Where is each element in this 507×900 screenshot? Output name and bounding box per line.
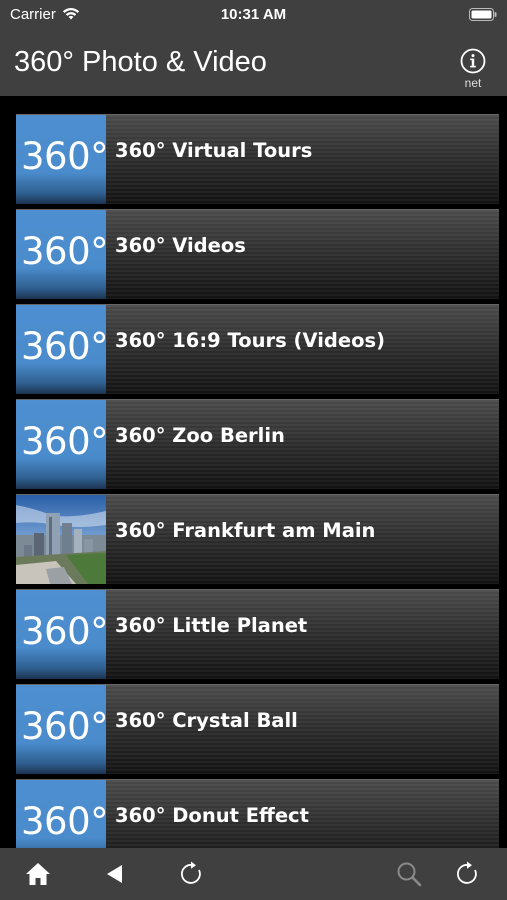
list-item-label: 360° Virtual Tours bbox=[115, 139, 313, 162]
search-icon bbox=[397, 862, 422, 887]
thumbnail-label: 360° bbox=[21, 420, 106, 463]
refresh-icon bbox=[457, 861, 477, 884]
clock: 10:31 AM bbox=[220, 6, 287, 23]
360-thumbnail: 360° bbox=[16, 590, 106, 679]
status-bar: Carrier 10:31 AM bbox=[0, 0, 507, 30]
list-item[interactable]: 360° 360° Donut Effect bbox=[16, 779, 499, 848]
360-thumbnail: 360° bbox=[16, 210, 106, 299]
list-item-label: 360° Little Planet bbox=[115, 614, 308, 637]
list-item[interactable]: 360° 360° Crystal Ball bbox=[16, 684, 499, 774]
thumbnail-label: 360° bbox=[21, 705, 106, 748]
list-item[interactable]: 360° 360° 16:9 Tours (Videos) bbox=[16, 304, 499, 394]
thumbnail-label: 360° bbox=[21, 230, 106, 273]
reload-button[interactable] bbox=[176, 858, 208, 890]
city-photo bbox=[16, 495, 106, 584]
list-item-label: 360° Zoo Berlin bbox=[115, 424, 285, 447]
navigation-bar: 360° Photo & Video net bbox=[0, 30, 507, 96]
360-thumbnail: 360° bbox=[16, 685, 106, 774]
battery-icon bbox=[469, 8, 497, 21]
list-item-label: 360° Frankfurt am Main bbox=[115, 519, 376, 542]
thumbnail-label: 360° bbox=[21, 135, 106, 178]
home-icon bbox=[26, 863, 50, 885]
info-icon bbox=[460, 48, 486, 74]
category-list: 360° 360° Virtual Tours 360° 360° Videos… bbox=[0, 96, 507, 848]
thumbnail-label: 360° bbox=[21, 610, 106, 653]
360-thumbnail: 360° bbox=[16, 305, 106, 394]
list-item-label: 360° Videos bbox=[115, 234, 246, 257]
info-button[interactable]: net bbox=[455, 48, 491, 92]
search-button[interactable] bbox=[393, 858, 425, 890]
bottom-toolbar bbox=[0, 848, 507, 900]
city-photo-thumbnail bbox=[16, 495, 106, 584]
thumbnail-label: 360° bbox=[21, 325, 106, 368]
360-thumbnail: 360° bbox=[16, 400, 106, 489]
refresh-button[interactable] bbox=[452, 858, 484, 890]
list-item[interactable]: 360° 360° Virtual Tours bbox=[16, 114, 499, 204]
360-thumbnail: 360° bbox=[16, 115, 106, 204]
thumbnail-label: 360° bbox=[21, 800, 106, 843]
back-button[interactable] bbox=[98, 858, 130, 890]
list-item[interactable]: 360° Frankfurt am Main bbox=[16, 494, 499, 584]
reload-icon bbox=[181, 861, 201, 884]
home-button[interactable] bbox=[22, 858, 54, 890]
info-label: net bbox=[464, 76, 482, 90]
list-item[interactable]: 360° 360° Little Planet bbox=[16, 589, 499, 679]
page-title: 360° Photo & Video bbox=[14, 46, 267, 78]
list-item-label: 360° Donut Effect bbox=[115, 804, 309, 827]
list-item[interactable]: 360° 360° Videos bbox=[16, 209, 499, 299]
list-item-label: 360° 16:9 Tours (Videos) bbox=[115, 329, 385, 352]
list-item[interactable]: 360° 360° Zoo Berlin bbox=[16, 399, 499, 489]
360-thumbnail: 360° bbox=[16, 780, 106, 848]
back-icon bbox=[107, 865, 122, 883]
list-item-label: 360° Crystal Ball bbox=[115, 709, 298, 732]
